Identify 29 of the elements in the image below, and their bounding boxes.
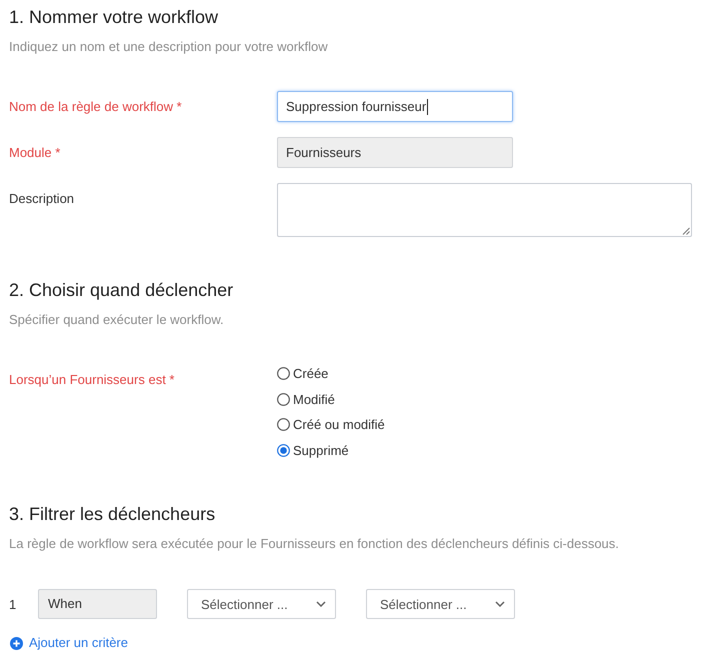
chevron-down-icon xyxy=(495,601,505,607)
radio-option[interactable]: Créé ou modifié xyxy=(277,412,385,438)
radio-option[interactable]: Créée xyxy=(277,361,328,386)
field-label: Description xyxy=(9,190,74,208)
chevron-down-icon xyxy=(316,601,326,607)
resize-grip-icon[interactable] xyxy=(682,227,690,235)
section-description: Spécifier quand exécuter le workflow. xyxy=(9,311,224,329)
section-description: Indiquez un nom et une description pour votre workflow xyxy=(9,38,328,56)
dropdown-select[interactable]: Sélectionner ... xyxy=(187,589,336,619)
textarea-field[interactable] xyxy=(277,183,692,237)
text-cursor-icon xyxy=(427,98,428,114)
radio-option[interactable]: Modifié xyxy=(277,386,335,412)
field-label: Nom de la règle de workflow * xyxy=(9,98,182,116)
section-title: 3. Filtrer les déclencheurs xyxy=(9,503,216,525)
radio-button-icon[interactable] xyxy=(277,367,290,380)
radio-button-icon[interactable] xyxy=(277,418,290,432)
field-label: Lorsqu’un Fournisseurs est * xyxy=(9,371,174,389)
radio-option[interactable]: Supprimé xyxy=(277,438,349,463)
section-title: 2. Choisir quand déclencher xyxy=(9,279,234,301)
section-description: La règle de workflow sera exécutée pour le Fournisseurs en fonction des déclencheurs définis ci-dessous. xyxy=(9,535,619,553)
text-field[interactable]: Suppression fournisseur xyxy=(277,91,513,122)
radio-button-icon[interactable] xyxy=(277,392,290,406)
field-label: Module * xyxy=(9,144,60,162)
dropdown-select[interactable]: Sélectionner ... xyxy=(366,589,515,619)
section-title: 1. Nommer votre workflow xyxy=(9,6,218,28)
criterion-number: 1 xyxy=(9,596,18,612)
plus-circle-icon xyxy=(10,636,23,650)
radio-button-icon[interactable] xyxy=(277,444,290,457)
add-criterion-link[interactable]: Ajouter un critère xyxy=(9,634,128,652)
